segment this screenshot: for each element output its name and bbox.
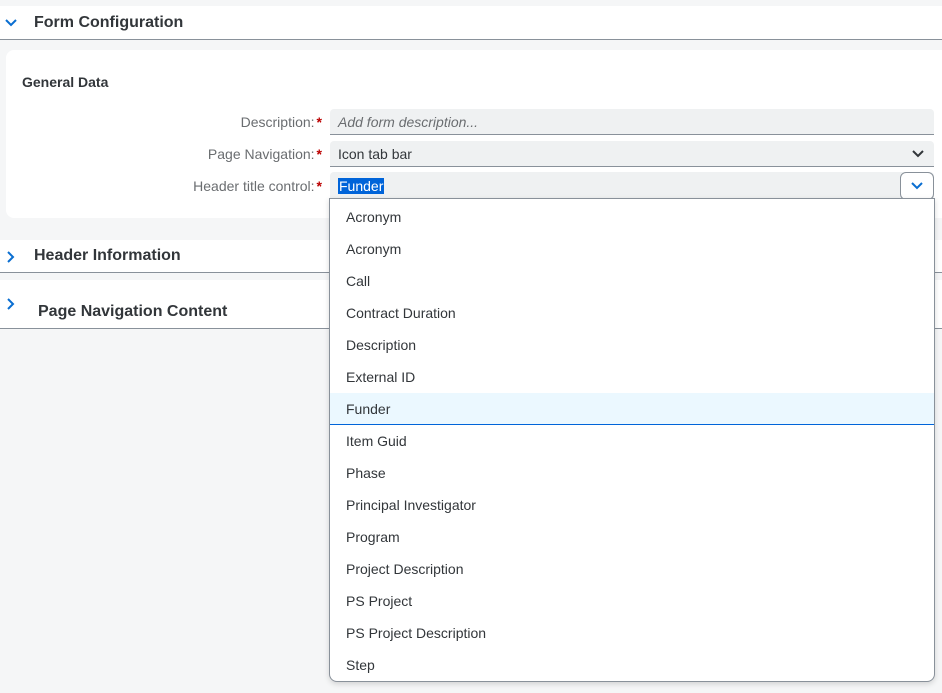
page-navigation-value: Icon tab bar <box>338 145 412 162</box>
dropdown-option[interactable]: PS Project <box>330 585 934 617</box>
dropdown-option[interactable]: Acronym <box>330 233 934 265</box>
dropdown-option[interactable]: Item Guid <box>330 425 934 457</box>
chevron-right-icon[interactable] <box>1 247 21 267</box>
header-title-control-value[interactable]: Funder <box>338 178 385 194</box>
description-placeholder: Add form description... <box>338 113 479 130</box>
general-data-title: General Data <box>22 74 109 90</box>
dropdown-option[interactable]: Phase <box>330 457 934 489</box>
form-configuration-header[interactable]: Form Configuration <box>0 6 942 40</box>
chevron-down-icon[interactable] <box>900 172 934 200</box>
chevron-right-icon[interactable] <box>1 294 21 314</box>
dropdown-option[interactable]: Contract Duration <box>330 297 934 329</box>
dropdown-option[interactable]: PS Project Description <box>330 617 934 649</box>
header-title-control-label: Header title control: * <box>193 178 322 194</box>
dropdown-option[interactable]: Acronym <box>330 201 934 233</box>
page-navigation-label-text: Page Navigation: <box>207 146 315 162</box>
form-configuration-title: Form Configuration <box>34 14 184 31</box>
chevron-down-icon[interactable] <box>906 143 930 165</box>
dropdown-option[interactable]: Principal Investigator <box>330 489 934 521</box>
dropdown-option[interactable]: Project Description <box>330 553 934 585</box>
required-mark: * <box>316 146 322 162</box>
dropdown-option[interactable]: Description <box>330 329 934 361</box>
page-navigation-select[interactable]: Icon tab bar <box>330 141 934 167</box>
header-title-control-dropdown: Acronym Acronym Call Contract Duration D… <box>329 198 935 682</box>
chevron-down-icon[interactable] <box>1 13 21 33</box>
page-navigation-label: Page Navigation: * <box>208 146 322 162</box>
dropdown-option[interactable]: External ID <box>330 361 934 393</box>
required-mark: * <box>316 114 322 130</box>
dropdown-option-selected[interactable]: Funder <box>330 393 934 425</box>
description-input[interactable]: Add form description... <box>330 109 934 135</box>
required-mark: * <box>316 178 322 194</box>
dropdown-option[interactable]: Program <box>330 521 934 553</box>
description-label: Description: * <box>241 114 322 130</box>
dropdown-option[interactable]: Call <box>330 265 934 297</box>
page-navigation-content-title: Page Navigation Content <box>38 303 228 320</box>
header-title-control-label-text: Header title control: <box>193 178 315 194</box>
header-title-control-combobox[interactable]: Funder <box>330 172 934 200</box>
header-information-title: Header Information <box>34 247 181 264</box>
description-label-text: Description: <box>240 114 315 130</box>
dropdown-option[interactable]: Step <box>330 649 934 681</box>
